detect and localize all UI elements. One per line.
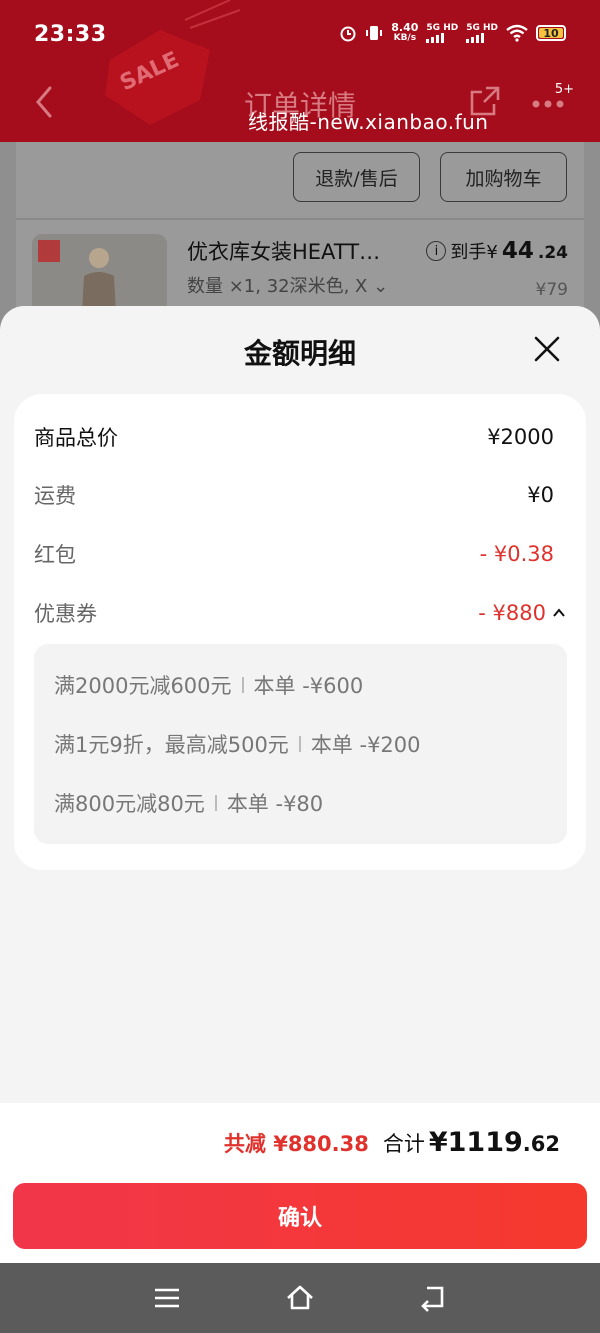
more-badge: 5+	[554, 82, 574, 97]
coupon-detail: 本单 -¥200	[310, 733, 421, 757]
final-price-dec: .24	[537, 243, 568, 263]
signal-icon	[466, 32, 485, 43]
product-name: 优衣库女装HEATT…	[187, 240, 381, 264]
coupon-name: 满800元减80元	[54, 792, 205, 816]
row-shipping: 运费 ¥0	[34, 475, 554, 515]
wifi-icon	[506, 24, 528, 42]
coupon-separator	[214, 795, 217, 811]
coupon-separator	[298, 736, 301, 752]
total-line: 共减 ¥880.38 合计 ¥1119.62	[224, 1127, 560, 1158]
signal-1: 5G HD	[426, 22, 459, 43]
final-price-int: 44	[501, 238, 534, 264]
row-value: - ¥0.38	[479, 542, 554, 566]
coupon-list: 满2000元减600元 本单 -¥600 满1元9折，最高减500元 本单 -¥…	[34, 644, 567, 844]
status-time: 23:33	[34, 22, 107, 47]
coupon-name: 满2000元减600元	[54, 674, 232, 698]
signal-icon	[426, 32, 445, 43]
coupon-item: 满2000元减600元 本单 -¥600	[54, 670, 363, 700]
home-icon[interactable]	[285, 1283, 315, 1313]
signal-2: 5G HD	[466, 22, 498, 43]
share-icon[interactable]	[468, 84, 502, 118]
final-price-label: 到手¥	[450, 242, 498, 263]
coupon-name: 满1元9折，最高减500元	[54, 733, 289, 757]
coupon-detail: 本单 -¥80	[226, 792, 324, 816]
network-speed: 8.40 KB/s	[391, 22, 418, 44]
amount-panel: 商品总价 ¥2000 运费 ¥0 红包 - ¥0.38 优惠券 - ¥880 满…	[14, 394, 586, 870]
row-label: 红包	[34, 543, 76, 567]
summary-footer: 共减 ¥880.38 合计 ¥1119.62 确认	[0, 1103, 600, 1263]
close-icon[interactable]	[534, 336, 560, 362]
battery-level: 10	[543, 26, 559, 40]
coupon-separator	[241, 677, 244, 693]
total-group: 合计 ¥1119.62	[383, 1127, 560, 1158]
add-to-cart-button[interactable]: 加购物车	[440, 152, 567, 202]
row-value: ¥2000	[487, 425, 554, 449]
order-header: SALE 23:33 8.40 KB/s 5G HD 5G HD 10 订单详情…	[0, 0, 600, 142]
original-price: ¥79	[535, 280, 568, 300]
brand-logo	[38, 240, 60, 262]
chevron-up-icon[interactable]	[552, 606, 566, 620]
row-value: ¥0	[527, 483, 554, 507]
confirm-button[interactable]: 确认	[13, 1183, 587, 1249]
return-icon[interactable]	[418, 1283, 448, 1313]
divider	[16, 218, 584, 220]
row-label: 优惠券	[34, 602, 97, 626]
more-button[interactable]: 5+	[530, 82, 574, 120]
signal-2-label: 5G HD	[466, 22, 498, 33]
coupon-value: - ¥880	[478, 601, 566, 625]
coupon-item: 满1元9折，最高减500元 本单 -¥200	[54, 729, 421, 759]
row-value: - ¥880	[478, 601, 546, 625]
alarm-icon	[340, 26, 356, 42]
sheet-title: 金额明细	[243, 337, 356, 370]
system-nav-bar	[0, 1263, 600, 1333]
network-speed-value: 8.40	[391, 21, 419, 34]
battery-icon: 10	[536, 25, 566, 41]
coupon-item: 满800元减80元 本单 -¥80	[54, 788, 323, 818]
navbar: 订单详情 线报酷-new.xianbao.fun 5+	[0, 70, 600, 142]
total-label: 合计	[382, 1132, 425, 1156]
coupon-detail: 本单 -¥600	[253, 674, 364, 698]
product-spec[interactable]: 数量 ×1, 32深米色, X ⌄	[187, 272, 388, 298]
status-bar: 23:33 8.40 KB/s 5G HD 5G HD 10	[0, 0, 600, 70]
signal-1-label: 5G HD	[426, 22, 459, 33]
total-amount-int: ¥1119	[428, 1127, 523, 1158]
refund-button[interactable]: 退款/售后	[293, 152, 420, 202]
final-price: i 到手¥ 44 .24	[426, 238, 568, 264]
row-label: 运费	[34, 484, 76, 508]
menu-icon[interactable]	[152, 1283, 182, 1313]
watermark-text: 线报酷-new.xianbao.fun	[248, 110, 489, 134]
total-amount-dec: .62	[522, 1132, 560, 1156]
vibrate-icon	[366, 26, 383, 40]
status-icons: 8.40 KB/s 5G HD 5G HD 10	[339, 22, 566, 44]
row-coupon[interactable]: 优惠券 - ¥880	[34, 593, 566, 633]
network-speed-unit: KB/s	[393, 33, 417, 43]
row-red-packet: 红包 - ¥0.38	[34, 534, 554, 574]
total-saved: 共减 ¥880.38	[223, 1132, 369, 1156]
row-subtotal: 商品总价 ¥2000	[34, 417, 554, 457]
total-amount: ¥1119.62	[429, 1127, 560, 1158]
info-icon[interactable]: i	[426, 241, 447, 261]
row-label: 商品总价	[34, 426, 118, 450]
